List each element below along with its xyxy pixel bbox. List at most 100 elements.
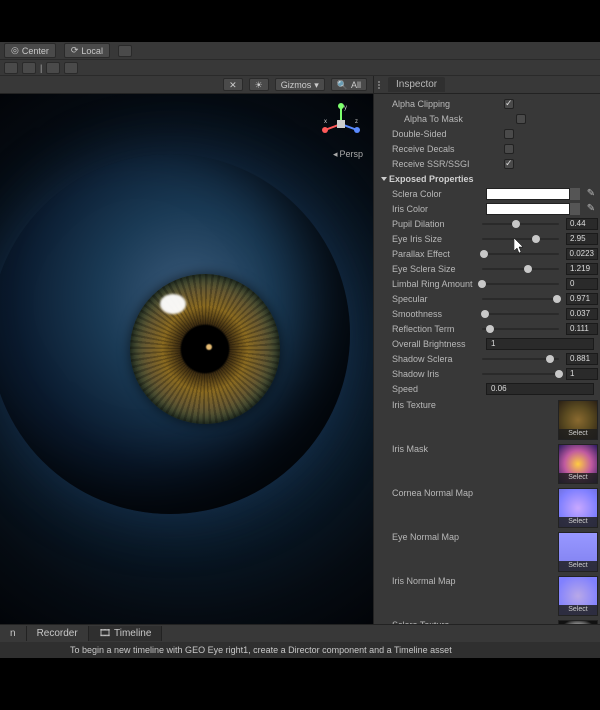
texture-thumbnail[interactable]: Select — [558, 576, 598, 616]
orientation-gizmo[interactable]: x y z ◂ Persp — [319, 102, 363, 158]
slider-property-row: Reflection Term0.111 — [374, 321, 600, 336]
toolstrip-icon[interactable] — [4, 62, 18, 74]
slider-value-field[interactable]: 0.0223 — [566, 248, 598, 260]
slider-thumb[interactable] — [478, 280, 486, 288]
tab-unknown[interactable]: n — [0, 626, 27, 641]
slider-property-row: Eye Iris Size2.95 — [374, 231, 600, 246]
toolstrip-icon[interactable] — [22, 62, 36, 74]
number-property-row: Speed0.06 — [374, 381, 600, 396]
slider-thumb[interactable] — [512, 220, 520, 228]
slider[interactable] — [482, 248, 559, 260]
property-label: Iris Mask — [392, 444, 558, 454]
texture-thumbnail[interactable]: Select — [558, 532, 598, 572]
slider[interactable] — [482, 353, 559, 365]
main-toolbar: ◎ Center ⟳ Local — [0, 42, 600, 60]
eyedropper-icon[interactable]: ✎ — [586, 204, 596, 214]
scene-lighting-icon[interactable]: ☀ — [249, 78, 269, 91]
checkbox[interactable] — [504, 159, 514, 169]
slider[interactable] — [482, 308, 559, 320]
search-input[interactable]: 🔍 All — [331, 78, 367, 91]
slider[interactable] — [482, 323, 559, 335]
tab-timeline[interactable]: 🎞 Timeline — [89, 626, 163, 641]
slider-thumb[interactable] — [532, 235, 540, 243]
slider-thumb[interactable] — [555, 370, 563, 378]
slider[interactable] — [482, 233, 559, 245]
scene-tools-icon[interactable]: ✕ — [223, 78, 243, 91]
secondary-toolbar: | — [0, 60, 600, 76]
slider-thumb[interactable] — [546, 355, 554, 363]
section-header[interactable]: Exposed Properties — [374, 171, 600, 186]
slider-value-field[interactable]: 1 — [566, 368, 598, 380]
number-field[interactable]: 0.06 — [486, 383, 594, 395]
property-label: Iris Normal Map — [392, 576, 558, 586]
checkbox[interactable] — [516, 114, 526, 124]
property-label: Iris Color — [392, 204, 482, 214]
property-label: Sclera Color — [392, 189, 482, 199]
toolstrip-icon[interactable] — [46, 62, 60, 74]
property-label: Alpha Clipping — [392, 99, 500, 109]
drag-handle-icon[interactable] — [378, 81, 384, 89]
slider-value-field[interactable]: 0.111 — [566, 323, 598, 335]
color-swatch[interactable] — [486, 188, 580, 200]
disclosure-icon — [381, 177, 387, 181]
color-swatch[interactable] — [486, 203, 580, 215]
checkbox[interactable] — [504, 99, 514, 109]
property-label: Double-Sided — [392, 129, 500, 139]
specular-highlight — [206, 344, 212, 350]
number-field[interactable]: 1 — [486, 338, 594, 350]
slider[interactable] — [482, 218, 559, 230]
texture-thumbnail[interactable]: Select — [558, 400, 598, 440]
slider-property-row: Smoothness0.037 — [374, 306, 600, 321]
slider-value-field[interactable]: 0.971 — [566, 293, 598, 305]
checkbox[interactable] — [504, 144, 514, 154]
slider-thumb[interactable] — [481, 310, 489, 318]
slider-value-field[interactable]: 2.95 — [566, 233, 598, 245]
texture-property-row: Sclera TextureSelect — [374, 616, 600, 624]
slider-thumb[interactable] — [524, 265, 532, 273]
slider-property-row: Shadow Iris 1 — [374, 366, 600, 381]
texture-select-button[interactable]: Select — [559, 517, 597, 527]
property-toggle-row: Alpha To Mask — [374, 111, 600, 126]
texture-thumbnail[interactable]: Select — [558, 488, 598, 528]
texture-select-button[interactable]: Select — [559, 605, 597, 615]
timeline-icon: 🎞 — [99, 628, 112, 639]
tab-inspector[interactable]: Inspector — [388, 77, 445, 92]
tab-timeline-label: Timeline — [114, 628, 151, 639]
texture-select-button[interactable]: Select — [559, 473, 597, 483]
inspector-panel: Inspector Alpha Clipping Alpha To Mask Dou… — [373, 76, 600, 624]
specular-highlight — [160, 294, 186, 314]
slider-value-field[interactable]: 0.037 — [566, 308, 598, 320]
property-label: Eye Sclera Size — [392, 264, 478, 274]
slider[interactable] — [482, 368, 559, 380]
slider-property-row: Pupil Dilation0.44 — [374, 216, 600, 231]
slider-thumb[interactable] — [553, 295, 561, 303]
slider-value-field[interactable]: 1.219 — [566, 263, 598, 275]
slider-thumb[interactable] — [486, 325, 494, 333]
eyedropper-icon[interactable]: ✎ — [586, 189, 596, 199]
slider-value-field[interactable]: 0 — [566, 278, 598, 290]
pivot-center-button[interactable]: ◎ Center — [4, 43, 56, 58]
slider-value-field[interactable]: 0.881 — [566, 353, 598, 365]
slider[interactable] — [482, 263, 559, 275]
slider-thumb[interactable] — [480, 250, 488, 258]
search-icon: 🔍 — [337, 79, 348, 91]
property-toggle-row: Double-Sided — [374, 126, 600, 141]
property-label: Shadow Iris — [392, 369, 478, 379]
texture-thumbnail[interactable]: Select — [558, 444, 598, 484]
slider-value-field[interactable]: 0.44 — [566, 218, 598, 230]
slider[interactable] — [482, 278, 559, 290]
texture-select-button[interactable]: Select — [559, 561, 597, 571]
section-title: Exposed Properties — [389, 174, 474, 184]
property-label: Iris Texture — [392, 400, 558, 410]
checkbox[interactable] — [504, 129, 514, 139]
scene-viewport[interactable]: x y z ◂ Persp — [0, 94, 373, 624]
rotation-local-button[interactable]: ⟳ Local — [64, 43, 110, 58]
texture-select-button[interactable]: Select — [559, 429, 597, 439]
texture-thumbnail[interactable]: Select — [558, 620, 598, 624]
search-scope-label: All — [351, 79, 361, 91]
slider[interactable] — [482, 293, 559, 305]
tab-recorder[interactable]: Recorder — [27, 626, 89, 641]
projection-toggle[interactable]: ◂ Persp — [319, 149, 363, 160]
toolstrip-icon[interactable] — [64, 62, 78, 74]
gizmos-dropdown[interactable]: Gizmos ▾ — [275, 78, 325, 91]
